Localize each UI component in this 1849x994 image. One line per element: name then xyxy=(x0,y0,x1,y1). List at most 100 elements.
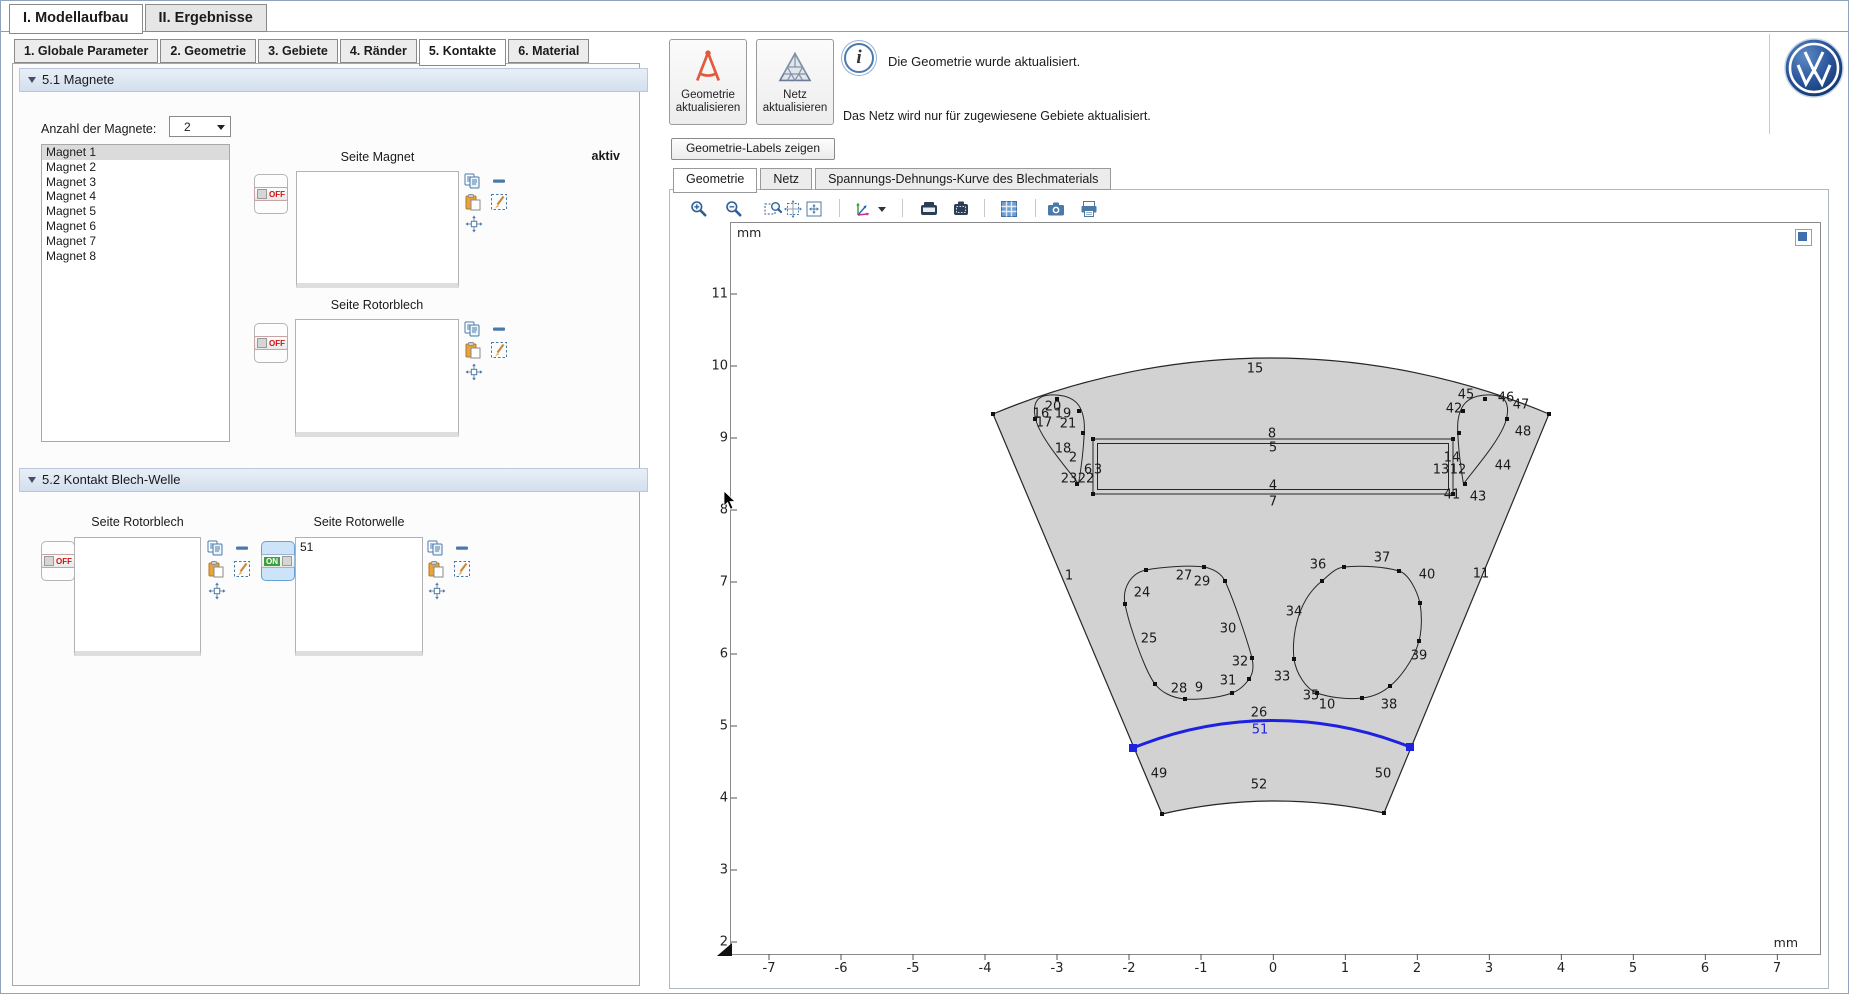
toolbar-separator xyxy=(984,199,985,217)
remove-selection-icon[interactable] xyxy=(490,320,508,338)
magnet-list-item[interactable]: Magnet 5 xyxy=(42,204,229,219)
y-tick: 6 xyxy=(691,647,737,662)
view-tab[interactable]: Spannungs-Dehnungs-Kurve des Blechmateri… xyxy=(815,168,1111,190)
section-header-kontakt[interactable]: 5.2 Kontakt Blech-Welle xyxy=(19,468,648,492)
geometry-label: 23 xyxy=(1061,472,1078,487)
anzahl-magnete-dropdown[interactable]: 2 xyxy=(169,116,231,137)
export-image-icon[interactable] xyxy=(920,200,938,218)
y-tick: 11 xyxy=(691,287,737,302)
vertex-dot xyxy=(1081,431,1085,435)
geometry-label: 31 xyxy=(1220,674,1237,689)
toggle-state-label: ON xyxy=(264,557,280,566)
remove-selection-icon[interactable] xyxy=(453,539,471,557)
zoom-out-icon[interactable] xyxy=(725,200,743,218)
grid-icon[interactable] xyxy=(1000,200,1018,218)
zoom-to-selection-icon[interactable] xyxy=(465,363,483,381)
paste-selection-icon[interactable] xyxy=(207,560,225,578)
vertex-dot xyxy=(1382,811,1386,815)
x-tick: 2 xyxy=(1413,954,1421,976)
sub-tab[interactable]: 3. Gebiete xyxy=(258,39,338,63)
toggle-knob-icon xyxy=(257,338,267,348)
clear-selection-icon[interactable] xyxy=(490,341,508,359)
selection-tools xyxy=(206,538,252,600)
view-tab[interactable]: Geometrie xyxy=(673,168,757,193)
main-tab[interactable]: II. Ergebnisse xyxy=(145,4,267,32)
sub-tab[interactable]: 6. Material xyxy=(508,39,589,63)
seite-magnet-toggle[interactable]: OFF xyxy=(254,174,288,214)
zoom-box-icon[interactable] xyxy=(764,200,782,218)
update-geometry-button[interactable]: Geometrie aktualisieren xyxy=(669,39,747,125)
kontakt-rotorwelle-selection-list[interactable]: 51 xyxy=(295,537,423,656)
geometry-canvas[interactable] xyxy=(731,223,1820,954)
magnet-list-item[interactable]: Magnet 1 xyxy=(42,145,229,160)
geometry-label: 24 xyxy=(1134,586,1151,601)
toolbar-separator xyxy=(1035,199,1036,217)
view-orientation-icon[interactable] xyxy=(854,200,872,218)
snapshot-icon[interactable] xyxy=(1047,200,1065,218)
print-icon[interactable] xyxy=(1080,200,1098,218)
zoom-extents-icon[interactable] xyxy=(784,200,802,218)
zoom-in-icon[interactable] xyxy=(690,200,708,218)
note-message: Das Netz wird nur für zugewiesene Gebiet… xyxy=(843,109,1151,123)
copy-selection-icon[interactable] xyxy=(463,320,481,338)
toolbar-separator xyxy=(902,199,903,217)
clear-selection-icon[interactable] xyxy=(490,193,508,211)
geometry-label: 45 xyxy=(1458,388,1475,403)
magnet-list-item[interactable]: Magnet 6 xyxy=(42,219,229,234)
main-tab[interactable]: I. Modellaufbau xyxy=(9,4,143,34)
remove-selection-icon[interactable] xyxy=(490,172,508,190)
clear-selection-icon[interactable] xyxy=(233,560,251,578)
magnet-list-item[interactable]: Magnet 7 xyxy=(42,234,229,249)
sub-tab[interactable]: 1. Globale Parameter xyxy=(14,39,158,63)
geometry-label: 34 xyxy=(1286,605,1303,620)
seite-rotorblech-toggle[interactable]: OFF xyxy=(254,323,288,363)
zoom-to-selection-icon[interactable] xyxy=(208,582,226,600)
copy-selection-icon[interactable] xyxy=(463,172,481,190)
sub-tab[interactable]: 4. Ränder xyxy=(340,39,417,63)
remove-selection-icon[interactable] xyxy=(233,539,251,557)
kontakt-rotorwelle-toggle[interactable]: ON xyxy=(261,541,295,581)
vertex-dot xyxy=(1342,565,1346,569)
clear-selection-icon[interactable] xyxy=(453,560,471,578)
toggle-knob-icon xyxy=(257,189,267,199)
geometry-label: 22 xyxy=(1078,472,1095,487)
magnet-list-item[interactable]: Magnet 3 xyxy=(42,175,229,190)
fit-view-icon[interactable] xyxy=(805,200,823,218)
update-mesh-button[interactable]: Netz aktualisieren xyxy=(756,39,834,125)
x-tick: 4 xyxy=(1557,954,1565,976)
zoom-to-selection-icon[interactable] xyxy=(465,215,483,233)
magnet-list-item[interactable]: Magnet 4 xyxy=(42,189,229,204)
x-tick: 3 xyxy=(1485,954,1493,976)
geometry-plot[interactable]: 1516201917211826323228547454647424844431… xyxy=(730,222,1821,955)
copy-selection-icon[interactable] xyxy=(426,539,444,557)
zoom-to-selection-icon[interactable] xyxy=(428,582,446,600)
geometry-label: 30 xyxy=(1220,622,1237,637)
kontakt-rotorblech-selection-list[interactable] xyxy=(74,537,201,656)
view-tab[interactable]: Netz xyxy=(760,168,812,190)
x-tick: 0 xyxy=(1269,954,1277,976)
magnet-list[interactable]: Magnet 1Magnet 2Magnet 3Magnet 4Magnet 5… xyxy=(41,144,230,442)
sub-tab[interactable]: 2. Geometrie xyxy=(160,39,256,63)
copy-selection-icon[interactable] xyxy=(206,539,224,557)
plot-settings-icon[interactable] xyxy=(1795,229,1812,246)
seite-magnet-selection-list[interactable] xyxy=(296,171,459,288)
section-header-magnete[interactable]: 5.1 Magnete xyxy=(19,68,648,92)
kontakt-rotorblech-toggle[interactable]: OFF xyxy=(41,541,75,581)
toggle-state-label: OFF xyxy=(56,557,72,566)
compass-icon xyxy=(670,48,746,89)
seite-rotorblech-selection-list[interactable] xyxy=(295,319,459,437)
paste-selection-icon[interactable] xyxy=(464,341,482,359)
toggle-knob-icon xyxy=(44,556,54,566)
paste-selection-icon[interactable] xyxy=(427,560,445,578)
magnet-list-item[interactable]: Magnet 8 xyxy=(42,249,229,264)
geometry-label: 33 xyxy=(1274,670,1291,685)
show-geometry-labels-button[interactable]: Geometrie-Labels zeigen xyxy=(671,138,835,160)
vertex-dot xyxy=(1292,657,1296,661)
chevron-down-icon[interactable] xyxy=(877,206,887,213)
magnet-list-item[interactable]: Magnet 2 xyxy=(42,160,229,175)
export-image-alt-icon[interactable] xyxy=(952,200,970,218)
selected-boundary-value[interactable]: 51 xyxy=(296,538,422,556)
sub-tab[interactable]: 5. Kontakte xyxy=(419,39,506,66)
chevron-down-icon xyxy=(217,125,225,130)
paste-selection-icon[interactable] xyxy=(464,193,482,211)
